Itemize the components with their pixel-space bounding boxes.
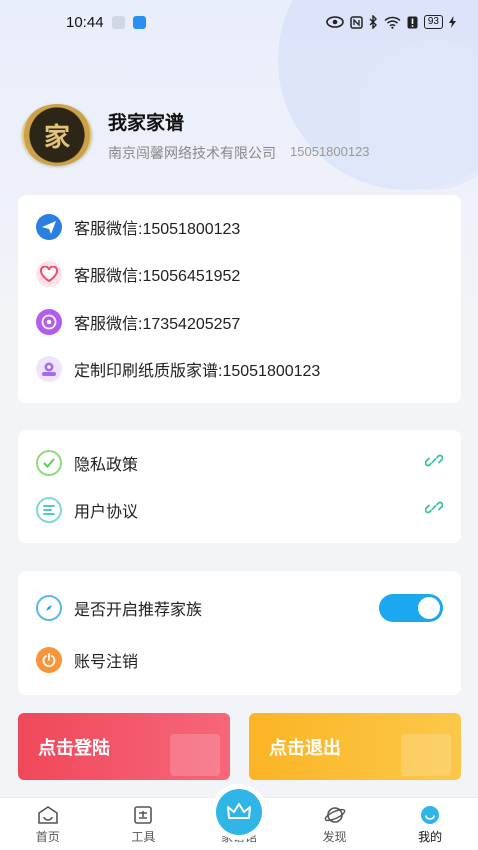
settings-card: 是否开启推荐家族 账号注销 xyxy=(18,571,461,695)
print-icon xyxy=(36,356,62,383)
user-agreement-row[interactable]: 用户协议 xyxy=(18,487,461,535)
shield-check-icon xyxy=(36,449,62,476)
smile-icon xyxy=(421,806,440,824)
home-icon xyxy=(37,806,58,824)
link-icon xyxy=(424,499,444,522)
nav-tools[interactable]: 工具 xyxy=(96,798,192,850)
bluetooth-icon xyxy=(369,15,377,29)
contact-row-2[interactable]: 客服微信:15056451952 xyxy=(18,251,461,299)
crown-icon xyxy=(215,789,262,835)
user-agreement-label: 用户协议 xyxy=(74,504,139,522)
nav-discover[interactable]: 发现 xyxy=(287,798,383,850)
compass-icon xyxy=(36,595,62,621)
logout-label: 点击退出 xyxy=(269,737,341,758)
contact-row-1[interactable]: 客服微信:15051800123 xyxy=(18,203,461,251)
power-icon xyxy=(36,647,62,673)
cloud-icon xyxy=(132,15,146,29)
toolbox-icon xyxy=(134,806,153,824)
status-time: 10:44 xyxy=(66,13,104,31)
company-name: 南京闯馨网络技术有限公司 xyxy=(108,144,276,161)
exit-icon xyxy=(401,734,451,776)
nav-home[interactable]: 首页 xyxy=(0,798,96,850)
privacy-policy-label: 隐私政策 xyxy=(74,456,139,474)
nav-mine[interactable]: 我的 xyxy=(382,798,478,850)
account-cancel-label: 账号注销 xyxy=(74,654,139,671)
nav-label: 首页 xyxy=(35,830,60,844)
nfc-icon xyxy=(350,15,363,29)
privacy-policy-row[interactable]: 隐私政策 xyxy=(18,439,461,487)
recommend-family-row: 是否开启推荐家族 xyxy=(18,583,461,633)
profile-name: 我家家谱 xyxy=(108,112,185,134)
login-label: 点击登陆 xyxy=(38,737,110,758)
eye-icon xyxy=(326,16,344,28)
notification-icon xyxy=(111,15,125,29)
battery-indicator: 93 xyxy=(423,15,443,29)
contact-label: 定制印刷纸质版家谱:15051800123 xyxy=(74,363,321,381)
nav-label: 我的 xyxy=(418,830,443,844)
contact-row-4[interactable]: 定制印刷纸质版家谱:15051800123 xyxy=(18,346,461,394)
paper-plane-icon xyxy=(36,213,62,240)
document-lines-icon xyxy=(36,497,62,524)
heart-icon xyxy=(36,261,62,288)
contact-label: 客服微信:15051800123 xyxy=(74,220,241,238)
link-icon xyxy=(424,451,444,474)
avatar[interactable]: 家 xyxy=(22,104,92,166)
contact-row-3[interactable]: 客服微信:17354205257 xyxy=(18,298,461,346)
policies-card: 隐私政策 用户协议 xyxy=(18,430,461,543)
profile-phone: 15051800123 xyxy=(290,143,370,159)
logout-button[interactable]: 点击退出 xyxy=(249,713,461,780)
profile-section: 家 我家家谱 南京闯馨网络技术有限公司 15051800123 xyxy=(22,104,370,166)
nav-label: 工具 xyxy=(131,830,156,844)
status-bar: 10:44 93 xyxy=(0,0,478,44)
planet-icon xyxy=(324,807,345,823)
contact-label: 客服微信:15056451952 xyxy=(74,268,241,286)
nav-center-bubble xyxy=(210,784,267,840)
avatar-char: 家 xyxy=(43,122,70,153)
contact-label: 客服微信:17354205257 xyxy=(74,315,241,333)
charging-icon xyxy=(449,16,456,28)
toggle-knob xyxy=(418,597,440,619)
contacts-card: 客服微信:15051800123 客服微信:15056451952 客服微信:1… xyxy=(18,195,461,403)
account-cancel-row[interactable]: 账号注销 xyxy=(18,633,461,687)
nav-genealogy-hall[interactable]: 家谱馆 xyxy=(191,784,287,850)
bottom-nav: 首页 工具 家谱馆 发现 我的 xyxy=(0,784,478,850)
recommend-family-label: 是否开启推荐家族 xyxy=(74,602,203,619)
login-button[interactable]: 点击登陆 xyxy=(18,713,230,780)
signal-alert-icon xyxy=(407,16,418,28)
id-card-icon xyxy=(170,734,220,776)
nav-label: 发现 xyxy=(322,830,347,844)
ball-icon xyxy=(36,308,62,335)
wifi-icon xyxy=(384,16,401,29)
recommend-family-toggle[interactable] xyxy=(379,594,443,622)
